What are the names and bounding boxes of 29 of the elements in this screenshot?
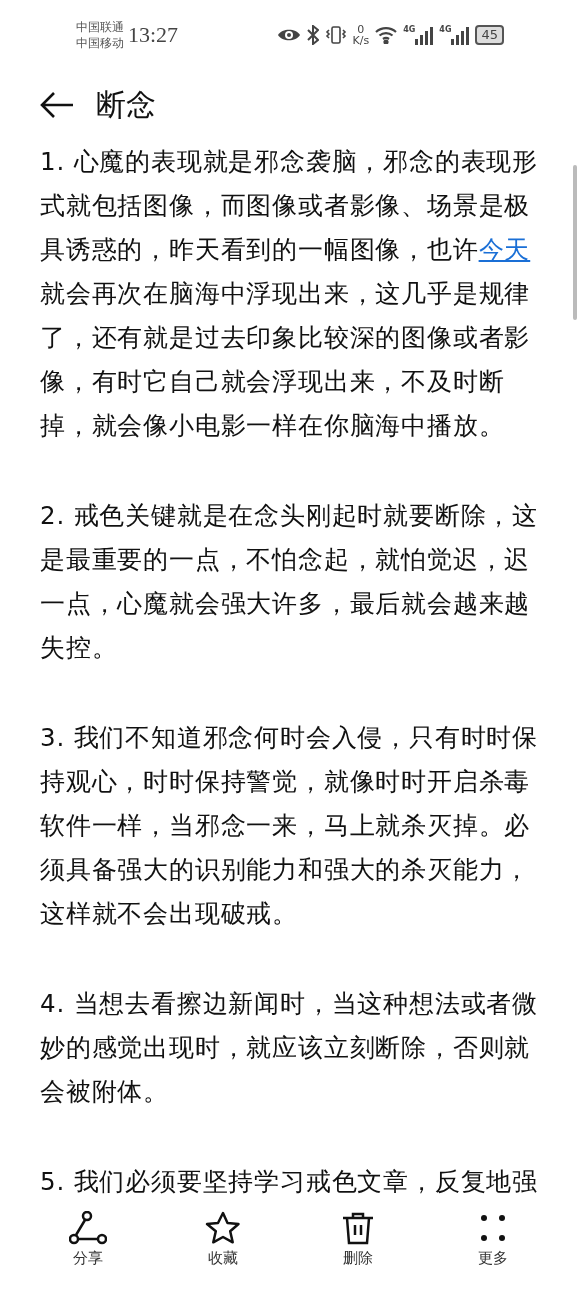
signal-icon <box>415 25 434 45</box>
carrier-name: 中国联通 <box>76 19 124 35</box>
inline-link[interactable]: 今天 <box>478 235 531 264</box>
share-icon <box>68 1211 107 1245</box>
toolbar-button[interactable]: 收藏 <box>182 1211 263 1268</box>
article-paragraph: 1. 心魔的表现就是邪念袭脑，邪念的表现形式就包括图像，而图像或者影像、场景是极具诱惑的，昨天看到的一幅图像，也许今天 就会再次在脑海中浮现出来，这几乎是规律了，还有就是过去印象比较深的图像或者影像，有时它自己就会浮现出来，不及时断掉，就会像小电影一样在你脑海中播放。 <box>40 146 539 442</box>
article-paragraph: 3. 我们不知道邪念何时会入侵，只有时时保持观心，时时保持警觉，就像时时开启杀毒软件一样，当邪念一来，马上就杀灭掉。必须具备强大的识别能力和强大的杀灭能力，这样就不会出现破戒。 <box>40 722 539 930</box>
carrier-name: 中国移动 <box>76 35 124 51</box>
vibrate-icon <box>324 26 347 44</box>
toolbar-button[interactable]: 更多 <box>452 1211 533 1268</box>
speed-value: 0 <box>357 24 365 35</box>
signal-icon <box>451 25 470 45</box>
wifi-icon <box>375 26 398 44</box>
toolbar-button[interactable]: 分享 <box>47 1211 128 1268</box>
article-paragraph: 5. 我们必须要坚持学习戒色文章，反复地强 <box>40 1166 539 1198</box>
star-icon <box>204 1211 241 1245</box>
network-type: 4G <box>439 25 452 34</box>
article-paragraph: 4. 当想去看擦边新闻时，当这种想法或者微妙的感觉出现时，就应该立刻断除，否则就会被附体。 <box>40 988 539 1108</box>
eye-icon <box>276 27 301 43</box>
article-paragraph: 2. 戒色关键就是在念头刚起时就要断除，这是最重要的一点，不怕念起，就怕觉迟，迟一点，心魔就会强大许多，最后就会越来越失控。 <box>40 500 539 664</box>
delete-icon <box>340 1211 375 1245</box>
bluetooth-icon <box>306 25 319 45</box>
back-arrow-icon[interactable] <box>40 91 74 119</box>
clock-time: 13:27 <box>128 22 179 48</box>
page-title: 断念 <box>96 85 156 124</box>
speed-unit: K/s <box>352 35 370 46</box>
battery-level: 45 <box>475 25 504 45</box>
network-type: 4G <box>403 25 416 34</box>
toolbar-button[interactable]: 删除 <box>317 1211 398 1268</box>
